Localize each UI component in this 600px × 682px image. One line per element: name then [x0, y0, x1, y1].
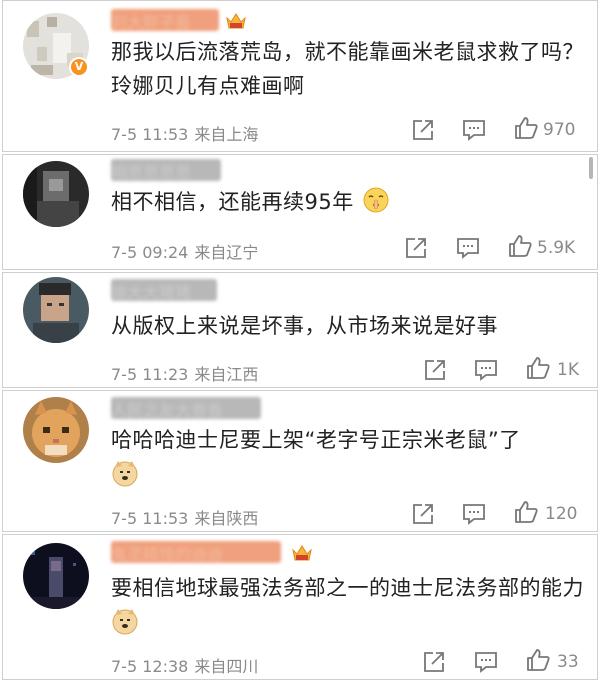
comment-text: 哈哈哈迪士尼要上架“老字号正宗米老鼠”了 [111, 423, 589, 491]
shush-face-icon [363, 187, 389, 213]
share-icon[interactable] [422, 357, 448, 383]
comment-card: V 刘大胖子喜 那我以后流落荒岛，就不能靠画米老鼠求救了吗？玲娜贝儿有点难画啊 … [2, 0, 598, 152]
username[interactable]: 人民之友大香香 [111, 397, 261, 420]
username[interactable]: 迪大大猪猪 [111, 279, 217, 302]
comment-card: 人民之友大香香 哈哈哈迪士尼要上架“老字号正宗米老鼠”了 7-5 11:53 来自… [2, 390, 598, 532]
comment-meta: 7-5 09:24 来自辽宁 [111, 239, 258, 263]
avatar[interactable] [23, 277, 89, 343]
comment-icon[interactable] [473, 649, 499, 675]
like-count: 1K [557, 360, 579, 380]
share-icon[interactable] [410, 117, 436, 143]
doge-icon [112, 609, 138, 635]
comment-location: 来自上海 [194, 125, 259, 144]
doge-icon [112, 461, 138, 487]
comment-location: 来自江西 [194, 365, 259, 384]
comment-card: 鬼灵精怪的迪迪 要相信地球最强法务部之一的迪士尼法务部的能力 7-5 12:38… [2, 534, 598, 680]
comment-meta: 7-5 11:53 来自陕西 [111, 505, 258, 529]
comment-date: 7-5 11:53 [111, 125, 189, 144]
avatar[interactable] [23, 161, 89, 227]
username[interactable]: 鬼灵精怪的迪迪 [111, 541, 281, 564]
comment-date: 7-5 11:53 [111, 509, 189, 528]
comment-icon[interactable] [473, 357, 499, 383]
scrollbar-thumb[interactable] [589, 157, 593, 179]
comment-location: 来自辽宁 [194, 243, 259, 262]
like-icon[interactable] [513, 115, 539, 141]
comment-location: 来自四川 [194, 657, 259, 676]
like-count: 970 [543, 120, 576, 140]
share-icon[interactable] [410, 501, 436, 527]
share-icon[interactable] [403, 235, 429, 261]
comment-icon[interactable] [461, 117, 487, 143]
comment-text: 从版权上来说是坏事，从市场来说是好事 [111, 314, 498, 338]
username[interactable]: 刘大胖子喜 [111, 9, 219, 32]
avatar[interactable] [23, 543, 89, 609]
comment-icon[interactable] [461, 501, 487, 527]
like-count: 5.9K [537, 238, 576, 258]
comment-card: 迪大大猪猪 从版权上来说是坏事，从市场来说是好事 7-5 11:23 来自江西 1… [2, 272, 598, 388]
share-icon[interactable] [421, 649, 447, 675]
comment-text: 要相信地球最强法务部之一的迪士尼法务部的能力 [111, 571, 589, 639]
comment-date: 7-5 11:23 [111, 365, 189, 384]
comment-date: 7-5 12:38 [111, 657, 189, 676]
comment-date: 7-5 09:24 [111, 243, 189, 262]
like-count: 33 [557, 652, 579, 672]
like-icon[interactable] [525, 647, 551, 673]
comment-text: 那我以后流落荒岛，就不能靠画米老鼠求救了吗？玲娜贝儿有点难画啊 [111, 40, 584, 98]
avatar[interactable] [23, 397, 89, 463]
comment-meta: 7-5 11:53 来自上海 [111, 121, 258, 145]
comment-meta: 7-5 11:23 来自江西 [111, 361, 258, 385]
crown-icon [292, 545, 312, 561]
like-icon[interactable] [507, 233, 533, 259]
like-icon[interactable] [513, 499, 539, 525]
like-icon[interactable] [525, 355, 551, 381]
username[interactable]: 相思思思思 [111, 159, 221, 182]
crown-icon [226, 13, 246, 29]
comment-location: 来自陕西 [194, 509, 259, 528]
comment-meta: 7-5 12:38 来自四川 [111, 653, 258, 677]
comment-card: 相思思思思 相不相信，还能再续95年 7-5 09:24 来自辽宁 5.9K [2, 154, 598, 270]
like-count: 120 [545, 504, 578, 524]
vip-badge-icon: V [69, 57, 89, 77]
comment-icon[interactable] [455, 235, 481, 261]
comment-text: 相不相信，还能再续95年 [111, 185, 589, 219]
